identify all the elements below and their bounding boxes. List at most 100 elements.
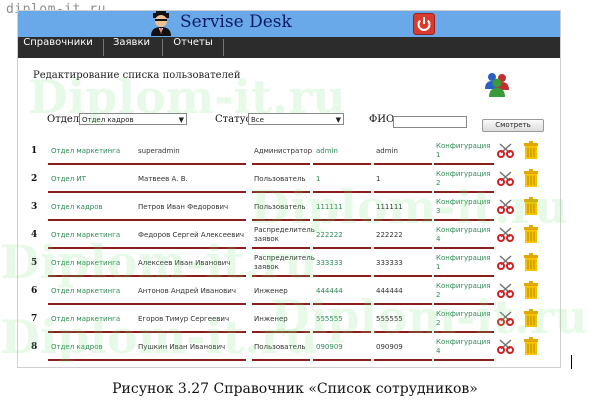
row-number: 8: [31, 342, 38, 352]
cut-edit-icon[interactable]: [497, 199, 514, 214]
config-cell[interactable]: Конфигурация 4: [436, 225, 492, 245]
chevron-down-icon: ▼: [335, 116, 341, 124]
config-cell[interactable]: Конфигурация 2: [436, 169, 492, 189]
name-cell[interactable]: Егоров Тимур Сергеевич: [138, 309, 229, 329]
cut-edit-icon[interactable]: [497, 227, 514, 242]
dept-cell[interactable]: Отдел кадров: [51, 337, 103, 357]
name-cell[interactable]: Алексеев Иван Иванович: [138, 253, 230, 273]
app-header: Servise Desk: [18, 11, 560, 37]
login-cell[interactable]: 222222: [316, 225, 343, 245]
row-underline: [48, 359, 138, 361]
row-underline: [434, 359, 494, 361]
table-row: 1 Отдел маркетинга superadmin Администратор…: [18, 137, 560, 165]
dept-cell[interactable]: Отдел маркетинга: [51, 309, 120, 329]
trash-icon[interactable]: [523, 141, 539, 159]
trash-icon[interactable]: [523, 309, 539, 327]
name-cell[interactable]: Федоров Сергей Алексеевич: [138, 225, 244, 245]
config-cell[interactable]: Конфигурация 2: [436, 309, 492, 329]
app-title: Servise Desk: [180, 12, 292, 32]
login-cell[interactable]: 1: [316, 169, 320, 189]
fio-filter-input[interactable]: [393, 116, 467, 128]
name-cell[interactable]: Матвеев А. В.: [138, 169, 188, 189]
role-cell: Пользователь: [254, 342, 306, 351]
trash-icon[interactable]: [523, 225, 539, 243]
chevron-down-icon: ▼: [178, 116, 184, 124]
trash-icon[interactable]: [523, 281, 539, 299]
users-group-icon: [485, 73, 509, 97]
name-cell[interactable]: Антонов Андрей Иванович: [138, 281, 236, 301]
role-cell: Пользователь: [254, 202, 306, 211]
config-cell[interactable]: Конфигурация 4: [436, 337, 492, 357]
row-number: 5: [31, 258, 38, 268]
cut-edit-icon[interactable]: [497, 283, 514, 298]
dept-filter-select[interactable]: Отдел кадров ▼: [79, 113, 187, 125]
row-number: 1: [31, 146, 38, 156]
row-underline: [374, 359, 432, 361]
cut-edit-icon[interactable]: [497, 143, 514, 158]
row-underline: [252, 359, 310, 361]
password-cell: 222222: [376, 230, 403, 239]
password-cell: 444444: [376, 286, 403, 295]
dept-cell[interactable]: Отдел ИТ: [51, 169, 86, 189]
nav-item-directories[interactable]: Справочники: [18, 37, 98, 58]
row-number: 7: [31, 314, 38, 324]
login-cell[interactable]: 090909: [316, 337, 343, 357]
row-number: 4: [31, 230, 38, 240]
table-row: 3 Отдел кадров Петров Иван Федорович Пользо…: [18, 193, 560, 221]
status-filter-select[interactable]: Все ▼: [248, 113, 344, 125]
name-cell[interactable]: Петров Иван Федорович: [138, 197, 228, 217]
cut-edit-icon[interactable]: [497, 171, 514, 186]
login-cell[interactable]: admin: [316, 141, 338, 161]
name-cell[interactable]: superadmin: [138, 141, 180, 161]
figure-caption: Рисунок 3.27 Справочник «Список сотрудни…: [112, 381, 478, 397]
search-button[interactable]: Смотреть: [482, 119, 544, 132]
role-cell: Распределитель заявок: [254, 254, 315, 271]
dept-cell[interactable]: Отдел кадров: [51, 197, 103, 217]
role-cell: Инженер: [254, 314, 288, 323]
config-cell[interactable]: Конфигурация 3: [436, 197, 492, 217]
page-title: Редактирование списка пользователей: [33, 70, 241, 81]
nav-item-requests[interactable]: Заявки: [104, 37, 159, 58]
login-cell[interactable]: 333333: [316, 253, 343, 273]
table-row: 8 Отдел кадров Пушкин Иван Иванович Пользов…: [18, 333, 560, 361]
trash-icon[interactable]: [523, 253, 539, 271]
login-cell[interactable]: 555555: [316, 309, 343, 329]
table-row: 6 Отдел маркетинга Антонов Андрей Иванович…: [18, 277, 560, 305]
power-icon: [417, 17, 431, 31]
dept-cell[interactable]: Отдел маркетинга: [51, 141, 120, 161]
config-cell[interactable]: Конфигурация 1: [436, 141, 492, 161]
dept-filter-label: Отдел: [47, 114, 80, 125]
row-number: 3: [31, 202, 38, 212]
nav-item-reports[interactable]: Отчеты: [163, 37, 223, 58]
dept-cell[interactable]: Отдел маркетинга: [51, 281, 120, 301]
password-cell: admin: [376, 146, 398, 155]
cut-edit-icon[interactable]: [497, 339, 514, 354]
status-filter-value: Все: [251, 116, 264, 124]
app-window: Servise Desk Справочники Заявки Отчеты Р…: [17, 10, 561, 368]
dept-cell[interactable]: Отдел маркетинга: [51, 225, 120, 245]
config-cell[interactable]: Конфигурация 2: [436, 281, 492, 301]
text-cursor: [571, 355, 572, 369]
cut-edit-icon[interactable]: [497, 255, 514, 270]
role-cell: Распределитель заявок: [254, 226, 315, 243]
trash-icon[interactable]: [523, 337, 539, 355]
trash-icon[interactable]: [523, 197, 539, 215]
support-agent-logo-icon: [151, 11, 171, 36]
role-cell: Пользователь: [254, 174, 306, 183]
filter-bar: Отдел Отдел кадров ▼ Статус Все ▼ ФИО: [18, 111, 560, 131]
name-cell[interactable]: Пушкин Иван Иванович: [138, 337, 225, 357]
nav-divider: [223, 39, 224, 56]
login-cell[interactable]: 444444: [316, 281, 343, 301]
password-cell: 090909: [376, 342, 403, 351]
role-cell: Администратор: [254, 146, 313, 155]
password-cell: 333333: [376, 258, 403, 267]
power-button[interactable]: [413, 13, 435, 35]
dept-filter-value: Отдел кадров: [82, 116, 134, 124]
config-cell[interactable]: Конфигурация 1: [436, 253, 492, 273]
cut-edit-icon[interactable]: [497, 311, 514, 326]
login-cell[interactable]: 111111: [316, 197, 343, 217]
main-nav: Справочники Заявки Отчеты: [18, 37, 560, 58]
trash-icon[interactable]: [523, 169, 539, 187]
role-cell: Инженер: [254, 286, 288, 295]
dept-cell[interactable]: Отдел маркетинга: [51, 253, 120, 273]
